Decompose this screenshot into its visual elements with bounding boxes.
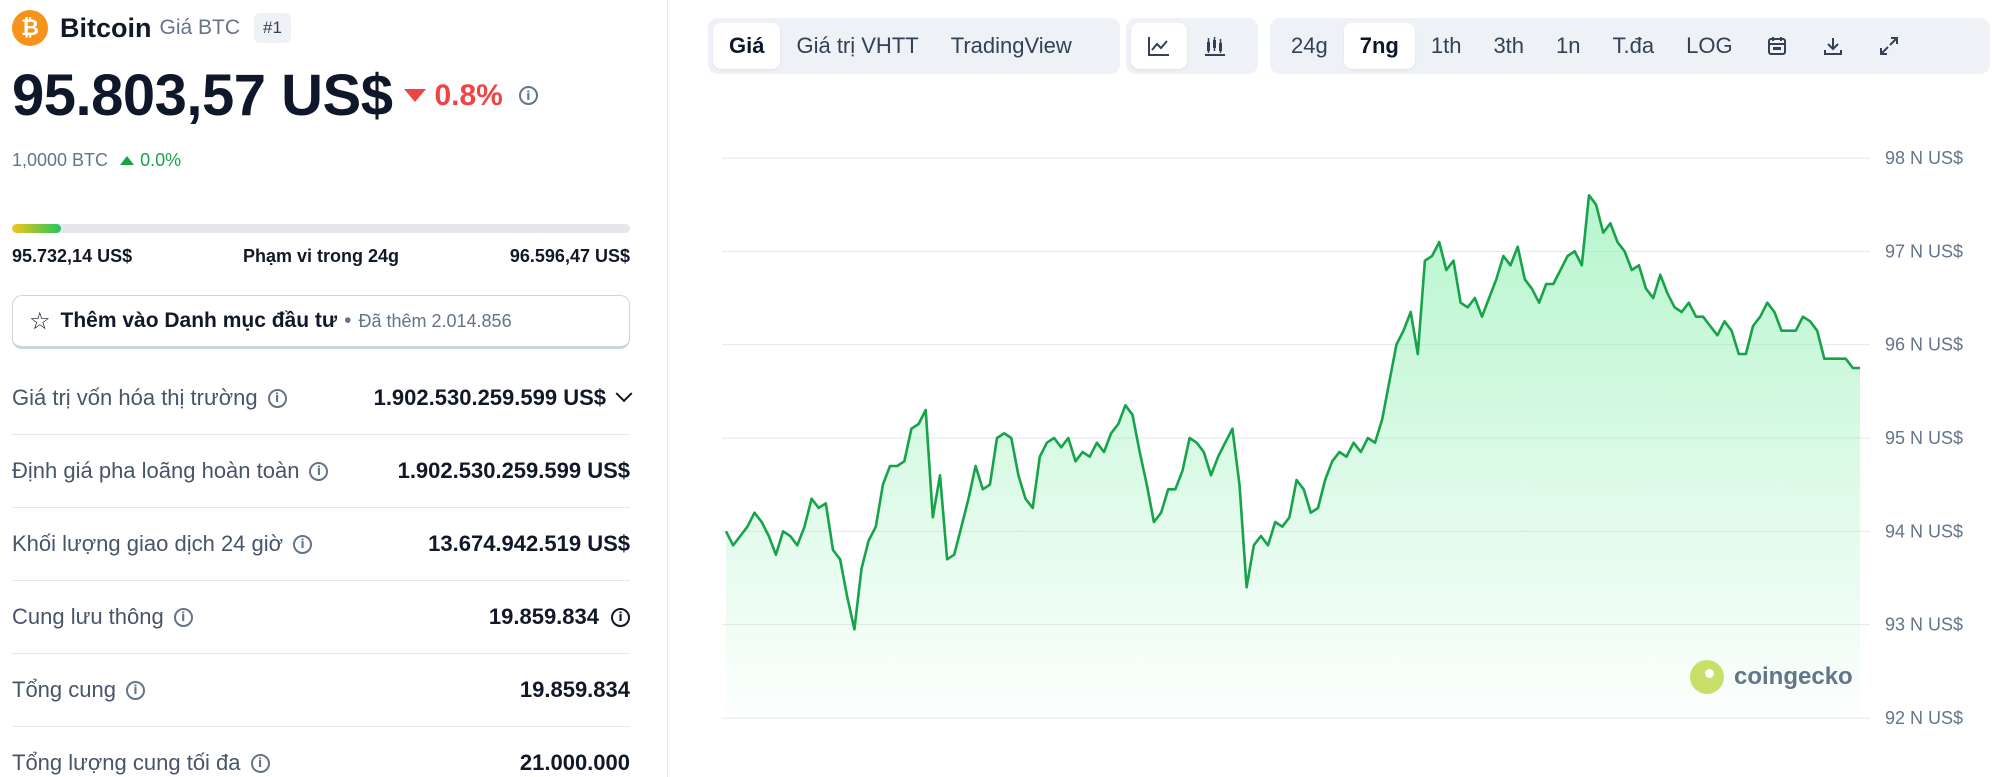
- y-tick-label: 94 N US$: [1885, 521, 1963, 541]
- tab-range-max[interactable]: T.đa: [1597, 23, 1671, 69]
- info-icon[interactable]: i: [293, 534, 313, 554]
- stat-value: 13.674.942.519 US$: [428, 531, 630, 556]
- stat-value: 21.000.000: [519, 750, 630, 775]
- stat-row-circulating-supply: Cung lưu thông i 19.859.834 i: [12, 581, 630, 654]
- current-price: 95.803,57 US$: [12, 63, 393, 128]
- star-icon: ☆: [29, 307, 51, 335]
- stat-value: 19.859.834: [488, 604, 599, 629]
- add-to-portfolio-button[interactable]: ☆ Thêm vào Danh mục đầu tư • Đã thêm 2.0…: [12, 295, 630, 349]
- range-low: 95.732,14 US$: [12, 246, 133, 266]
- y-tick-label: 98 N US$: [1885, 148, 1963, 168]
- stats-table: Giá trị vốn hóa thị trường i 1.902.530.25…: [12, 362, 633, 777]
- coingecko-logo-icon: [1690, 660, 1724, 694]
- portfolio-added-count: Đã thêm 2.014.856: [358, 310, 512, 331]
- calendar-icon[interactable]: [1749, 23, 1805, 69]
- tab-market-cap[interactable]: Giá trị VHTT: [780, 23, 934, 69]
- range-24h-bar: [12, 224, 630, 233]
- price-area-fill: [726, 195, 1860, 719]
- info-icon[interactable]: i: [250, 753, 270, 773]
- stat-row-fdv: Định giá pha loãng hoàn toàn i 1.902.530.…: [12, 435, 630, 508]
- stat-label: Khối lượng giao dịch 24 giờ: [12, 531, 284, 556]
- btc-amount: 1,0000 BTC: [12, 150, 109, 170]
- info-icon[interactable]: i: [125, 680, 145, 700]
- y-tick-label: 97 N US$: [1885, 241, 1963, 261]
- stat-label: Tổng cung: [12, 677, 116, 702]
- stat-value: 1.902.530.259.599 US$: [397, 458, 630, 483]
- stat-value: 1.902.530.259.599 US$: [373, 385, 606, 410]
- coin-subtitle: Giá BTC: [159, 16, 241, 39]
- price-change-24h: 0.8%: [434, 78, 503, 112]
- info-icon[interactable]: i: [309, 461, 329, 481]
- stat-label: Giá trị vốn hóa thị trường: [12, 385, 258, 410]
- tab-range-24h[interactable]: 24g: [1275, 23, 1344, 69]
- bitcoin-logo-icon: ₿: [12, 10, 48, 46]
- line-chart-icon[interactable]: [1131, 23, 1187, 69]
- tab-range-7d[interactable]: 7ng: [1343, 23, 1415, 69]
- stat-row-total-supply: Tổng cung i 19.859.834: [12, 654, 630, 727]
- tab-range-1y[interactable]: 1n: [1540, 23, 1596, 69]
- stat-value: 19.859.834: [519, 677, 630, 702]
- coin-header: ₿ Bitcoin Giá BTC #1: [12, 10, 291, 46]
- tab-log-scale[interactable]: LOG: [1670, 23, 1748, 69]
- fullscreen-icon[interactable]: [1861, 23, 1917, 69]
- btc-change: 0.0%: [140, 150, 182, 170]
- stat-row-volume: Khối lượng giao dịch 24 giờ i 13.674.942.…: [12, 508, 630, 581]
- chart-type-tabs: [1126, 18, 1258, 74]
- view-tabs: Giá Giá trị VHTT TradingView: [708, 18, 1120, 74]
- download-icon[interactable]: [1805, 23, 1861, 69]
- price-row: 95.803,57 US$ 0.8% i: [12, 62, 538, 129]
- range-high: 96.596,47 US$: [509, 246, 630, 266]
- chevron-down-icon[interactable]: [615, 385, 633, 403]
- tab-price[interactable]: Giá: [713, 23, 781, 69]
- y-tick-label: 95 N US$: [1885, 428, 1963, 448]
- panel-divider: [667, 0, 668, 777]
- stat-label: Định giá pha loãng hoàn toàn: [12, 458, 300, 483]
- range-label: Phạm vi trong 24g: [242, 246, 400, 266]
- caret-down-icon: [404, 89, 427, 102]
- tab-range-3m[interactable]: 3th: [1477, 23, 1540, 69]
- separator-dot: •: [344, 309, 352, 332]
- coingecko-watermark: coingecko: [1690, 660, 1853, 694]
- watermark-text: coingecko: [1734, 663, 1853, 690]
- caret-up-icon: [120, 156, 135, 165]
- info-icon[interactable]: i: [267, 388, 287, 408]
- coin-info-panel: ₿ Bitcoin Giá BTC #1 95.803,57 US$ 0.8% …: [0, 0, 640, 777]
- candlestick-icon[interactable]: [1187, 23, 1243, 69]
- stat-label: Tổng lượng cung tối đa: [12, 750, 241, 775]
- btc-price-row: 1,0000 BTC 0.0%: [12, 150, 181, 171]
- coin-name: Bitcoin: [60, 12, 152, 43]
- y-tick-label: 96 N US$: [1885, 335, 1963, 355]
- stat-label: Cung lưu thông: [12, 604, 164, 629]
- info-icon[interactable]: i: [173, 607, 193, 627]
- tab-tradingview[interactable]: TradingView: [935, 23, 1088, 69]
- y-tick-label: 93 N US$: [1885, 615, 1963, 635]
- y-tick-label: 92 N US$: [1885, 708, 1963, 728]
- rank-badge: #1: [254, 13, 291, 43]
- stat-row-market-cap[interactable]: Giá trị vốn hóa thị trường i 1.902.530.25…: [12, 362, 633, 435]
- range-tabs: 24g 7ng 1th 3th 1n T.đa LOG: [1270, 18, 1990, 74]
- info-icon[interactable]: i: [611, 607, 630, 627]
- range-24h-fill: [12, 224, 62, 233]
- stat-row-max-supply: Tổng lượng cung tối đa i 21.000.000: [12, 727, 630, 777]
- range-24h-labels: 95.732,14 US$ Phạm vi trong 24g 96.596,4…: [12, 246, 630, 267]
- tab-range-1m[interactable]: 1th: [1415, 23, 1478, 69]
- add-to-portfolio-label: Thêm vào Danh mục đầu tư: [60, 309, 338, 332]
- info-icon[interactable]: i: [518, 86, 538, 105]
